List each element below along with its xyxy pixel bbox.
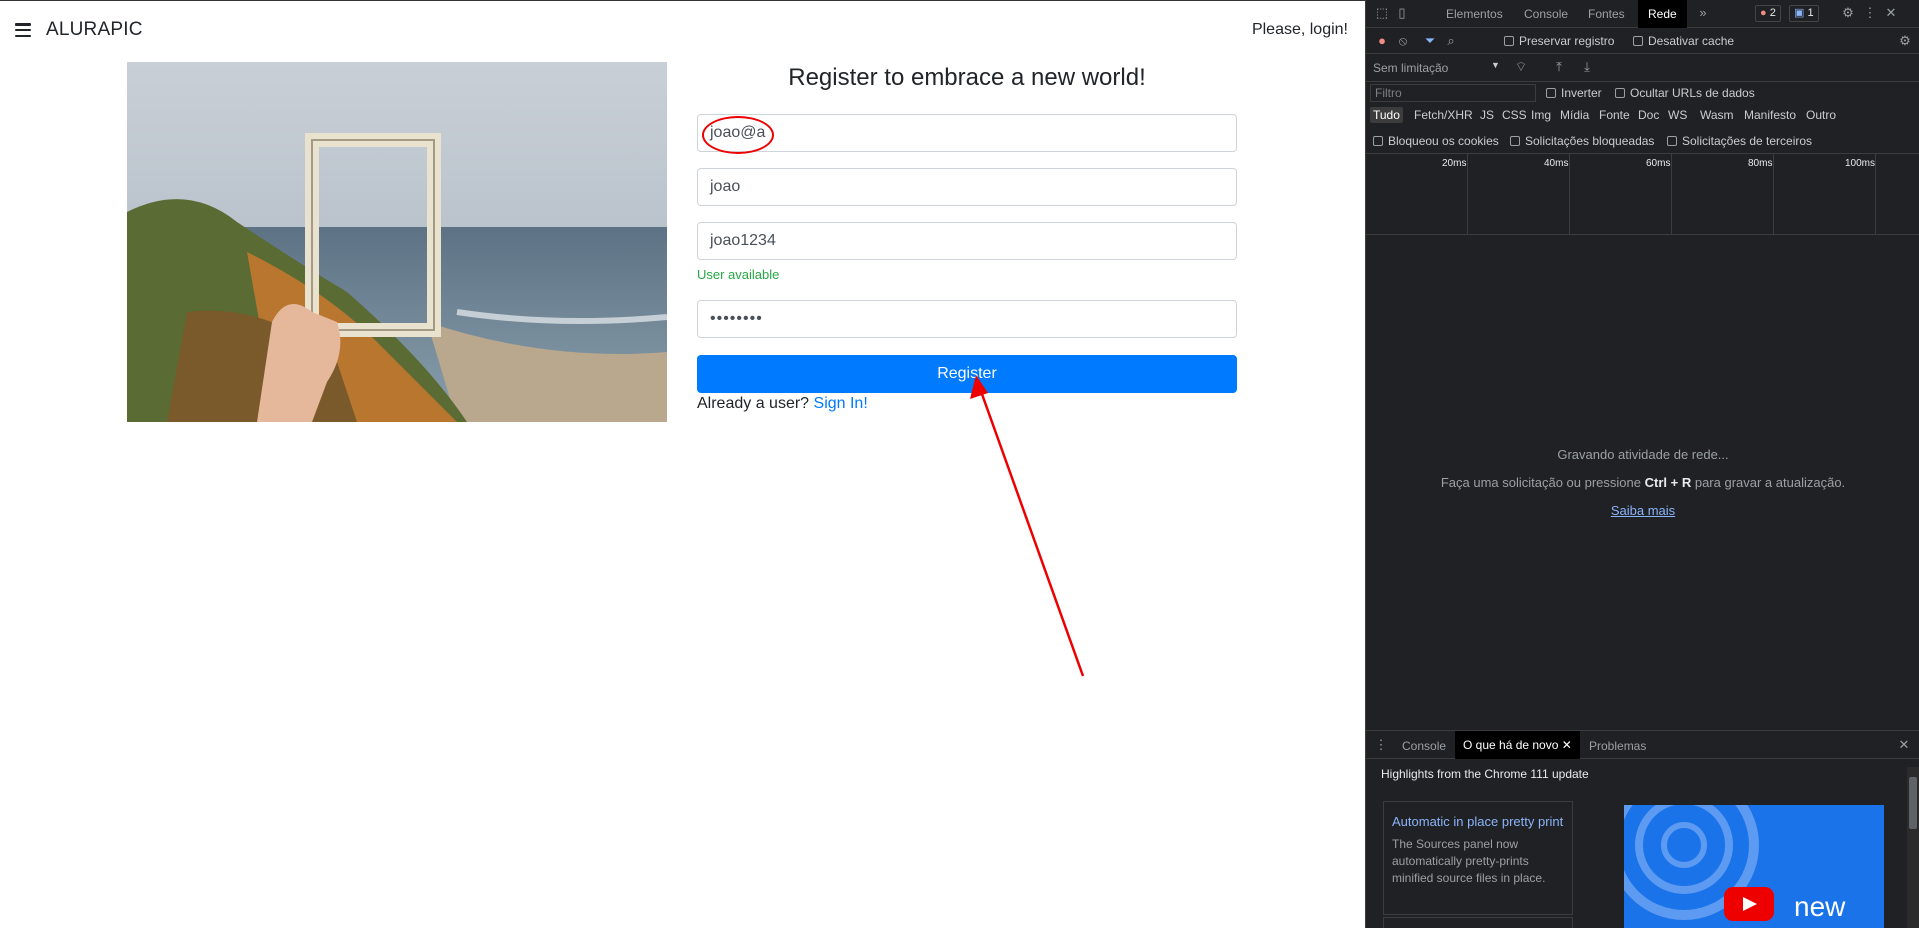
tick-label: 80ms	[1748, 158, 1773, 169]
more-tabs-icon[interactable]: »	[1696, 6, 1710, 20]
close-drawer-icon[interactable]: ✕	[1897, 738, 1911, 752]
invert-checkbox[interactable]: Inverter	[1546, 86, 1602, 100]
throttling-select[interactable]: Sem limitação	[1373, 61, 1448, 75]
devtools-drawer: ⋮ Console O que há de novo ✕ Problemas ✕…	[1366, 730, 1919, 928]
upload-icon[interactable]: ⤒	[1552, 60, 1566, 74]
tab-elementos[interactable]: Elementos	[1446, 7, 1503, 21]
annotation-circle	[702, 116, 774, 154]
login-link[interactable]: Please, login!	[1252, 21, 1348, 39]
throttle-row: Sem limitação ▼ ⌔ ⤒ ⤓	[1366, 54, 1919, 82]
devtools-tabbar: ⬚ ▯ Elementos Console Fontes Rede » ● 2 …	[1366, 0, 1919, 28]
tab-console[interactable]: Console	[1524, 7, 1568, 21]
close-devtools-icon[interactable]: ✕	[1884, 6, 1898, 20]
username-field[interactable]: joao1234	[697, 222, 1237, 260]
web-page: ALURAPIC Please, login! Register to embr…	[0, 0, 1365, 928]
fullname-field[interactable]: joao	[697, 168, 1237, 206]
type-tudo[interactable]: Tudo	[1370, 107, 1403, 123]
type-fonte[interactable]: Fonte	[1599, 108, 1630, 122]
feature-card-next[interactable]	[1383, 917, 1573, 928]
tick-label: 40ms	[1544, 158, 1569, 169]
tab-rede[interactable]: Rede	[1638, 0, 1687, 28]
type-css[interactable]: CSS	[1502, 108, 1527, 122]
network-timeline[interactable]: 20ms 40ms 60ms 80ms 100ms	[1366, 153, 1919, 235]
blocked-cookies-checkbox[interactable]: Bloqueou os cookies	[1373, 134, 1499, 148]
learn-more-link[interactable]: Saiba mais	[1611, 503, 1675, 518]
network-settings-icon[interactable]: ⚙	[1898, 34, 1912, 48]
learn-more-container: Saiba mais	[1366, 503, 1919, 518]
download-icon[interactable]: ⤓	[1580, 60, 1594, 74]
third-party-checkbox[interactable]: Solicitações de terceiros	[1667, 134, 1812, 148]
type-js[interactable]: JS	[1480, 108, 1494, 122]
disable-cache-checkbox[interactable]: Desativar cache	[1633, 34, 1734, 48]
feature-card-title[interactable]: Automatic in place pretty print	[1392, 808, 1564, 836]
more-options-icon[interactable]: ⋮	[1863, 6, 1877, 20]
close-tab-icon[interactable]: ✕	[1562, 738, 1572, 752]
tab-fontes[interactable]: Fontes	[1588, 7, 1625, 21]
drawer-scrollbar-thumb[interactable]	[1909, 777, 1917, 829]
register-button[interactable]: Register	[697, 355, 1237, 393]
feature-card[interactable]: Automatic in place pretty print The Sour…	[1383, 801, 1573, 915]
error-badge[interactable]: ● 2	[1755, 5, 1781, 22]
drawer-menu-icon[interactable]: ⋮	[1374, 738, 1388, 752]
filter-input[interactable]: Filtro	[1370, 84, 1536, 102]
settings-icon[interactable]: ⚙	[1841, 6, 1855, 20]
filter-icon[interactable]: ⏷	[1423, 34, 1437, 48]
device-toolbar-icon[interactable]: ▯	[1395, 6, 1409, 20]
type-midia[interactable]: Mídia	[1560, 108, 1589, 122]
type-fetch-xhr[interactable]: Fetch/XHR	[1414, 108, 1473, 122]
message-badge[interactable]: ▣ 1	[1789, 5, 1819, 22]
drawer-tab-console[interactable]: Console	[1402, 739, 1446, 753]
register-form: Register to embrace a new world! joao@a …	[697, 62, 1237, 412]
record-icon[interactable]: ●	[1375, 34, 1389, 48]
wifi-icon[interactable]: ⌔	[1514, 60, 1528, 74]
drawer-tab-whats-new[interactable]: O que há de novo ✕	[1455, 731, 1580, 759]
drawer-tab-problemas[interactable]: Problemas	[1589, 739, 1646, 753]
type-outro[interactable]: Outro	[1806, 108, 1836, 122]
recording-message: Gravando atividade de rede...	[1557, 447, 1729, 462]
feature-card-body: The Sources panel now automatically pret…	[1392, 837, 1546, 885]
clear-icon[interactable]: ⦸	[1396, 34, 1410, 48]
already-user-text: Already a user? Sign In!	[697, 395, 868, 413]
tick-label: 20ms	[1442, 158, 1467, 169]
tick-label: 60ms	[1646, 158, 1671, 169]
password-field[interactable]: ••••••••	[697, 300, 1237, 338]
tick-label: 100ms	[1845, 158, 1876, 169]
screen: ALURAPIC Please, login! Register to embr…	[0, 0, 1919, 928]
search-icon[interactable]: ⌕	[1444, 34, 1458, 48]
video-thumbnail[interactable]: new	[1624, 805, 1884, 928]
hero-image	[127, 62, 667, 422]
type-wasm[interactable]: Wasm	[1700, 108, 1734, 122]
recording-hint: Faça uma solicitação ou pressione Ctrl +…	[1440, 475, 1846, 490]
type-manifesto[interactable]: Manifesto	[1744, 108, 1796, 122]
already-user-label: Already a user?	[697, 395, 810, 412]
type-ws[interactable]: WS	[1668, 108, 1687, 122]
type-img[interactable]: Img	[1531, 108, 1551, 122]
blocked-requests-checkbox[interactable]: Solicitações bloqueadas	[1510, 134, 1654, 148]
devtools-panel: ⬚ ▯ Elementos Console Fontes Rede » ● 2 …	[1365, 0, 1919, 928]
highlights-heading: Highlights from the Chrome 111 update	[1381, 767, 1589, 781]
preserve-log-checkbox[interactable]: Preservar registro	[1504, 34, 1614, 48]
menu-icon[interactable]	[15, 23, 31, 37]
network-toolbar: ● ⦸ ⏷ ⌕ Preservar registro Desativar cac…	[1366, 28, 1919, 54]
user-available-message: User available	[697, 267, 780, 282]
navbar: ALURAPIC Please, login!	[0, 1, 1365, 59]
youtube-play-icon[interactable]	[1724, 887, 1774, 921]
form-title: Register to embrace a new world!	[788, 64, 1146, 91]
chevron-down-icon: ▼	[1491, 60, 1500, 70]
inspect-icon[interactable]: ⬚	[1375, 6, 1389, 20]
video-caption: new	[1794, 891, 1846, 922]
drawer-tabbar: ⋮ Console O que há de novo ✕ Problemas ✕	[1366, 731, 1919, 759]
email-field[interactable]: joao@a	[697, 114, 1237, 152]
hide-data-urls-checkbox[interactable]: Ocultar URLs de dados	[1615, 86, 1755, 100]
sign-in-link[interactable]: Sign In!	[814, 395, 868, 412]
type-doc[interactable]: Doc	[1638, 108, 1659, 122]
brand-logo[interactable]: ALURAPIC	[46, 19, 143, 41]
